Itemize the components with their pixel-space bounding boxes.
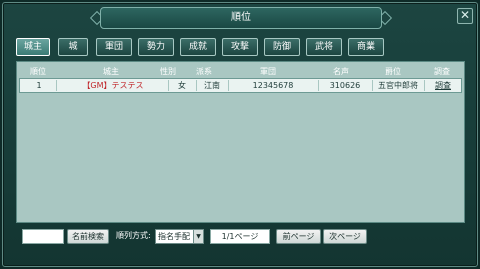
lord-name: テステス	[111, 81, 144, 90]
page-indicator: 1/1ページ	[210, 229, 270, 244]
cell-rank: 1	[36, 81, 42, 90]
cell-gender: 女	[178, 81, 186, 90]
search-input[interactable]	[22, 229, 64, 244]
tab-attack[interactable]: 攻撃	[222, 38, 258, 56]
table-row[interactable]: 1 【GM】テステス 女 江南 12345678 310626 五官中郎将 調査	[19, 78, 462, 93]
close-icon[interactable]: ✕	[457, 8, 473, 24]
tab-achievement[interactable]: 成就	[180, 38, 216, 56]
sort-select[interactable]: 指名手配 ▼	[155, 229, 204, 244]
header-fame: 名声	[333, 67, 349, 76]
tab-castle[interactable]: 城	[58, 38, 88, 56]
cell-faction: 江南	[204, 81, 220, 90]
ranking-table: 順位 城主 性別 派系 軍団 名声 爵位 調査 1 【GM】テステス 女 江南 …	[16, 61, 465, 223]
gm-tag: 【GM】	[82, 81, 112, 90]
table-header: 順位 城主 性別 派系 軍団 名声 爵位 調査	[17, 66, 464, 76]
cell-lord: 【GM】テステス	[60, 80, 166, 91]
header-title: 爵位	[385, 67, 401, 76]
sort-label: 順列方式:	[116, 231, 151, 240]
tab-general[interactable]: 武将	[306, 38, 342, 56]
next-page-button[interactable]: 次ページ	[323, 229, 367, 244]
name-search-button[interactable]: 名前検索	[67, 229, 109, 244]
tab-commerce[interactable]: 商業	[348, 38, 384, 56]
cell-fame: 310626	[329, 81, 361, 90]
header-gender: 性別	[160, 67, 176, 76]
tab-corps[interactable]: 軍団	[96, 38, 132, 56]
cell-title: 五官中郎将	[378, 81, 418, 90]
header-investigate: 調査	[434, 67, 450, 76]
header-faction: 派系	[196, 67, 212, 76]
prev-page-button[interactable]: 前ページ	[276, 229, 321, 244]
chevron-down-icon[interactable]: ▼	[193, 230, 203, 243]
header-lord: 城主	[103, 67, 119, 76]
tab-lord[interactable]: 城主	[16, 38, 50, 56]
sort-selected-value: 指名手配	[158, 232, 190, 241]
tab-defense[interactable]: 防御	[264, 38, 300, 56]
window-title: 順位	[100, 7, 382, 29]
investigate-link[interactable]: 調査	[426, 80, 460, 91]
tab-power[interactable]: 勢力	[138, 38, 174, 56]
cell-corps: 12345678	[252, 81, 294, 90]
header-rank: 順位	[30, 67, 46, 76]
header-corps: 軍団	[260, 67, 276, 76]
